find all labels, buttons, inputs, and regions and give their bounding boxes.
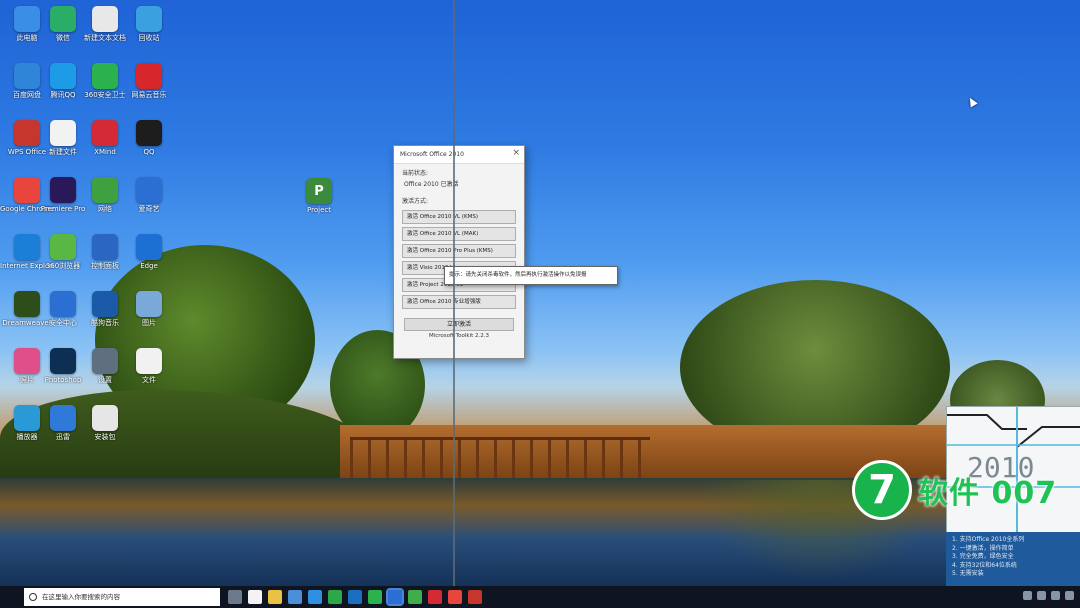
- premiere-icon: [50, 177, 76, 203]
- desktop-icon[interactable]: 图片: [122, 291, 176, 349]
- taskbar-app-icon[interactable]: [368, 590, 382, 604]
- status-section-label: 当前状态:: [402, 170, 429, 177]
- edge-icon: [136, 234, 162, 260]
- taskbar-app-icon[interactable]: [428, 590, 442, 604]
- wechat-icon: [50, 6, 76, 32]
- kugou-icon: [92, 291, 118, 317]
- tray-icon[interactable]: [1037, 591, 1046, 600]
- desktop-icon-label: Edge: [140, 262, 158, 270]
- taskbar-apps: [228, 588, 482, 606]
- taskbar-app-icon[interactable]: [386, 588, 404, 606]
- desktop-icon[interactable]: QQ: [122, 120, 176, 178]
- wooden-bridge: [350, 437, 650, 480]
- taskbar-app-icon[interactable]: [288, 590, 302, 604]
- taskbar-app-icon[interactable]: [468, 590, 482, 604]
- product-panel: 2010 7 软件 007 1. 支持Office 2010全系列 2. 一键激…: [852, 406, 1080, 586]
- photoshop-icon: [50, 348, 76, 374]
- taskbar-search-input[interactable]: 在这里输入你要搜索的内容: [24, 588, 220, 606]
- taskbar-app-icon[interactable]: [408, 590, 422, 604]
- dialog-title: Microsoft Office 2010: [394, 146, 524, 164]
- status-value: Office 2010 已激活: [404, 181, 459, 188]
- activation-section-label: 激活方式:: [402, 198, 429, 205]
- network-icon: [92, 177, 118, 203]
- info-line: 5. 无需安装: [952, 570, 984, 577]
- search-icon: [29, 593, 37, 601]
- system-tray: [934, 591, 1074, 603]
- desktop-icon-label: 安装包: [94, 433, 116, 441]
- desktop-icon-project[interactable]: P Project: [292, 178, 346, 236]
- tray-icon[interactable]: [1065, 591, 1074, 600]
- file-icon: [136, 348, 162, 374]
- desktop-icon[interactable]: 爱奇艺: [122, 177, 176, 235]
- desktop-icon[interactable]: 安装包: [78, 405, 132, 463]
- music-icon: [136, 63, 162, 89]
- desktop-icon[interactable]: Edge: [122, 234, 176, 292]
- thunder-icon: [50, 405, 76, 431]
- settings-icon: [92, 348, 118, 374]
- mouse-cursor-icon: [966, 95, 978, 108]
- activate-option-button[interactable]: 激活 Office 2010 VL (MAK): [402, 227, 516, 241]
- document-icon: [92, 6, 118, 32]
- dialog-footer: Microsoft Toolkit 2.2.3: [428, 333, 490, 339]
- desktop-icon-label: 爱奇艺: [138, 205, 160, 213]
- desktop-icon-label: 网易云音乐: [131, 91, 167, 99]
- info-line: 4. 支持32位和64位系统: [952, 561, 1017, 569]
- file-icon: [50, 120, 76, 146]
- chat-icon: [50, 63, 76, 89]
- taskbar-app-icon[interactable]: [268, 590, 282, 604]
- taskbar-app-icon[interactable]: [348, 590, 362, 604]
- activation-dialog: Microsoft Office 2010 × 当前状态: Office 201…: [393, 145, 525, 359]
- product-info: 1. 支持Office 2010全系列 2. 一键激活，操作简单 3. 完全免费…: [946, 532, 1080, 586]
- desktop-icon-label: QQ: [143, 148, 155, 156]
- desktop-icon-label: 图片: [142, 319, 156, 327]
- project-icon: P: [306, 178, 332, 204]
- desktop-icon[interactable]: 文件: [122, 348, 176, 406]
- desktop: 此电脑 微信 新建文本文档 回收站 百度网盘 腾讯QQ 360安全卫士 网易云音乐 WPS Of…: [0, 0, 1080, 586]
- shield-icon: [92, 63, 118, 89]
- tooltip: 提示：请先关闭杀毒软件，然后再执行激活操作以免误报: [444, 266, 618, 285]
- desktop-icon-label: 文件: [142, 376, 156, 384]
- control-panel-icon: [92, 234, 118, 260]
- taskbar-app-icon[interactable]: [448, 590, 462, 604]
- watermark-text: 软件 007: [918, 476, 1058, 511]
- activate-option-button[interactable]: 激活 Office 2010 Pro Plus (KMS): [402, 244, 516, 258]
- recycle-icon: [136, 6, 162, 32]
- divider-line: [453, 0, 455, 586]
- penguin-icon: [136, 120, 162, 146]
- taskbar: 在这里输入你要搜索的内容: [0, 586, 1080, 608]
- search-placeholder: 在这里输入你要搜索的内容: [42, 593, 120, 601]
- info-line: 1. 支持Office 2010全系列: [952, 536, 1025, 543]
- installer-icon: [92, 405, 118, 431]
- activate-option-button[interactable]: 激活 Office 2010 专业增强版: [402, 295, 516, 309]
- taskbar-app-icon[interactable]: [308, 590, 322, 604]
- watermark: 7 软件 007: [852, 460, 1057, 520]
- taskbar-app-icon[interactable]: [328, 590, 342, 604]
- mindmap-icon: [92, 120, 118, 146]
- desktop-icon[interactable]: 网易云音乐: [122, 63, 176, 121]
- info-line: 2. 一键激活，操作简单: [952, 544, 1014, 552]
- image-icon: [136, 291, 162, 317]
- info-line: 3. 完全免费，绿色安全: [952, 553, 1014, 560]
- desktop-icon-label: Project: [307, 206, 331, 214]
- security-icon: [50, 291, 76, 317]
- activate-option-button[interactable]: 激活 Office 2010 VL (KMS): [402, 210, 516, 224]
- tray-icon[interactable]: [1051, 591, 1060, 600]
- desktop-icon-label: 回收站: [138, 34, 160, 42]
- taskbar-app-icon[interactable]: [228, 590, 242, 604]
- browser-icon: [50, 234, 76, 260]
- video-icon: [136, 177, 162, 203]
- taskbar-app-icon[interactable]: [248, 590, 262, 604]
- desktop-icon[interactable]: 回收站: [122, 6, 176, 64]
- apply-button[interactable]: 立即激活: [404, 318, 514, 331]
- close-icon[interactable]: ×: [512, 148, 520, 158]
- tray-icon[interactable]: [1023, 591, 1032, 600]
- watermark-logo-icon: 7: [852, 460, 912, 520]
